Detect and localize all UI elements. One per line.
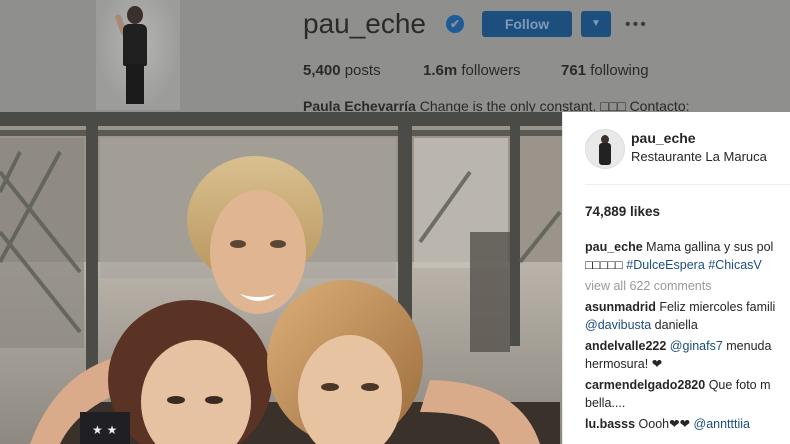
comment-mention[interactable]: @ginafs7	[670, 339, 723, 353]
post-details-panel: pau_eche Restaurante La Maruca 74,889 li…	[562, 112, 790, 444]
post-location[interactable]: Restaurante La Maruca	[631, 149, 767, 164]
comment-text-cont: bella....	[585, 396, 626, 410]
comment-username[interactable]: carmendelgado2820	[585, 378, 705, 392]
verified-badge-icon: ✔	[446, 15, 464, 33]
caption-username[interactable]: pau_eche	[585, 240, 643, 254]
comment-item: andelvalle222 @ginafs7 menuda hermosura!…	[585, 337, 790, 373]
divider	[585, 184, 790, 185]
following-label: following	[590, 62, 649, 79]
comment-item: carmendelgado2820 Que foto m bella....	[585, 376, 790, 412]
follow-button[interactable]: Follow	[482, 11, 572, 37]
caption-text: Mama gallina y sus pol	[646, 240, 774, 254]
comment-item: asunmadrid Feliz miercoles famili @davib…	[585, 298, 790, 334]
followers-stat[interactable]: 1.6m followers	[423, 62, 521, 79]
comments-list: pau_eche Mama gallina y sus pol □□□□□ #D…	[585, 238, 790, 436]
profile-picture[interactable]	[96, 0, 180, 110]
comment-username[interactable]: andelvalle222	[585, 339, 666, 353]
svg-text:★ ★: ★ ★	[92, 423, 117, 437]
following-stat[interactable]: 761 following	[561, 62, 649, 79]
post-photo[interactable]: ★ ★	[0, 112, 562, 444]
comment-text-cont: daniella	[651, 318, 698, 332]
comment-item: lu.basss Oooh❤❤ @anntttiia	[585, 415, 790, 433]
suggestions-dropdown-button[interactable]: ▼	[581, 11, 611, 37]
posts-stat: 5,400 posts	[303, 62, 381, 79]
post-owner-username[interactable]: pau_eche	[631, 130, 696, 146]
comment-text: Que foto m	[708, 378, 771, 392]
comment-text: menuda	[722, 339, 772, 353]
more-options-icon[interactable]: •••	[625, 16, 648, 34]
comment-text: Oooh❤❤	[638, 417, 694, 431]
comment-mention[interactable]: @anntttiia	[694, 417, 750, 431]
selfie-image: ★ ★	[0, 112, 562, 444]
followers-count: 1.6m	[423, 62, 458, 79]
likes-count[interactable]: 74,889 likes	[585, 204, 660, 219]
post-owner-avatar[interactable]	[585, 129, 625, 169]
comment-text: Feliz miercoles famili	[659, 300, 776, 314]
comment-text-cont: hermosura! ❤	[585, 357, 663, 371]
posts-label: posts	[344, 62, 381, 79]
profile-username: pau_eche	[303, 8, 427, 39]
view-all-comments-link[interactable]: view all 622 comments	[585, 277, 790, 295]
followers-label: followers	[461, 62, 521, 79]
comment-username[interactable]: lu.basss	[585, 417, 635, 431]
profile-header: pau_eche ✔ Follow ▼ ••• 5,400 posts 1.6m…	[0, 0, 790, 114]
caption-emoji: □□□□□	[585, 258, 623, 272]
comment-mention[interactable]: @davibusta	[585, 318, 651, 332]
following-count: 761	[561, 62, 587, 79]
posts-count: 5,400	[303, 62, 341, 79]
caption: pau_eche Mama gallina y sus pol □□□□□ #D…	[585, 238, 790, 274]
comment-username[interactable]: asunmadrid	[585, 300, 656, 314]
caption-hashtags[interactable]: #DulceEspera #ChicasV	[626, 258, 762, 272]
